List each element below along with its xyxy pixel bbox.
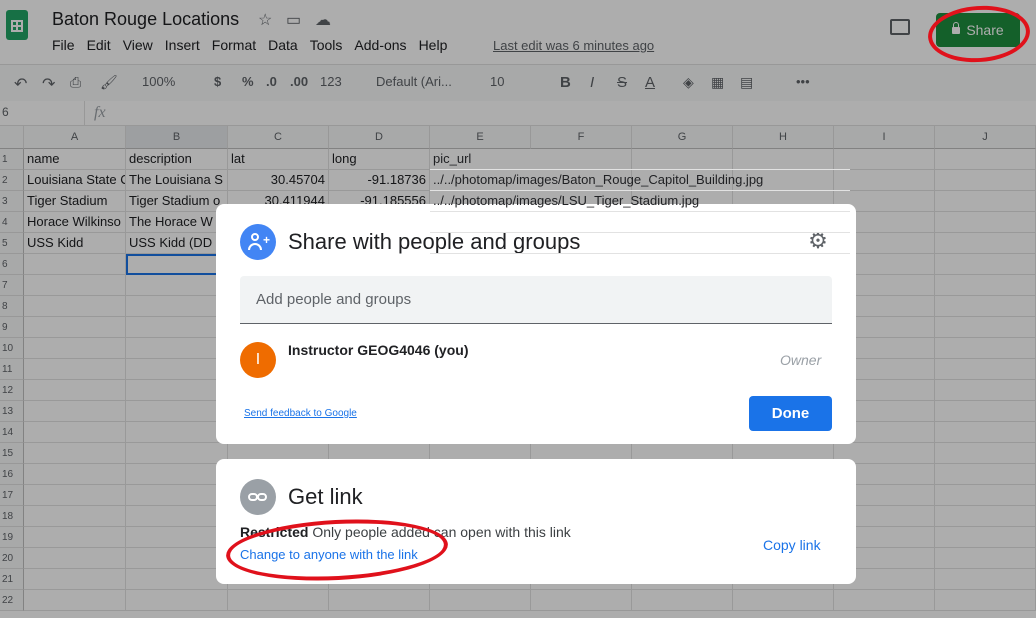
get-link-title: Get link (288, 484, 363, 509)
user-role: Owner (780, 352, 822, 368)
grid-cell[interactable]: ../../photomap/images/Baton_Rouge_Capito… (430, 170, 850, 191)
done-button[interactable]: Done (749, 396, 832, 431)
copy-link-button[interactable]: Copy link (763, 537, 821, 553)
add-person-icon: + (240, 224, 276, 260)
add-people-input[interactable] (240, 276, 832, 324)
grid-cell[interactable] (430, 212, 850, 233)
send-feedback-link[interactable]: Send feedback to Google (244, 408, 357, 419)
grid-cell[interactable]: pic_url (430, 149, 850, 170)
link-icon (240, 479, 276, 515)
grid-cell[interactable] (430, 233, 850, 254)
user-name: Instructor GEOG4046 (you) (288, 342, 469, 358)
grid-cell[interactable]: ../../photomap/images/LSU_Tiger_Stadium.… (430, 191, 850, 212)
avatar: I (240, 342, 276, 378)
